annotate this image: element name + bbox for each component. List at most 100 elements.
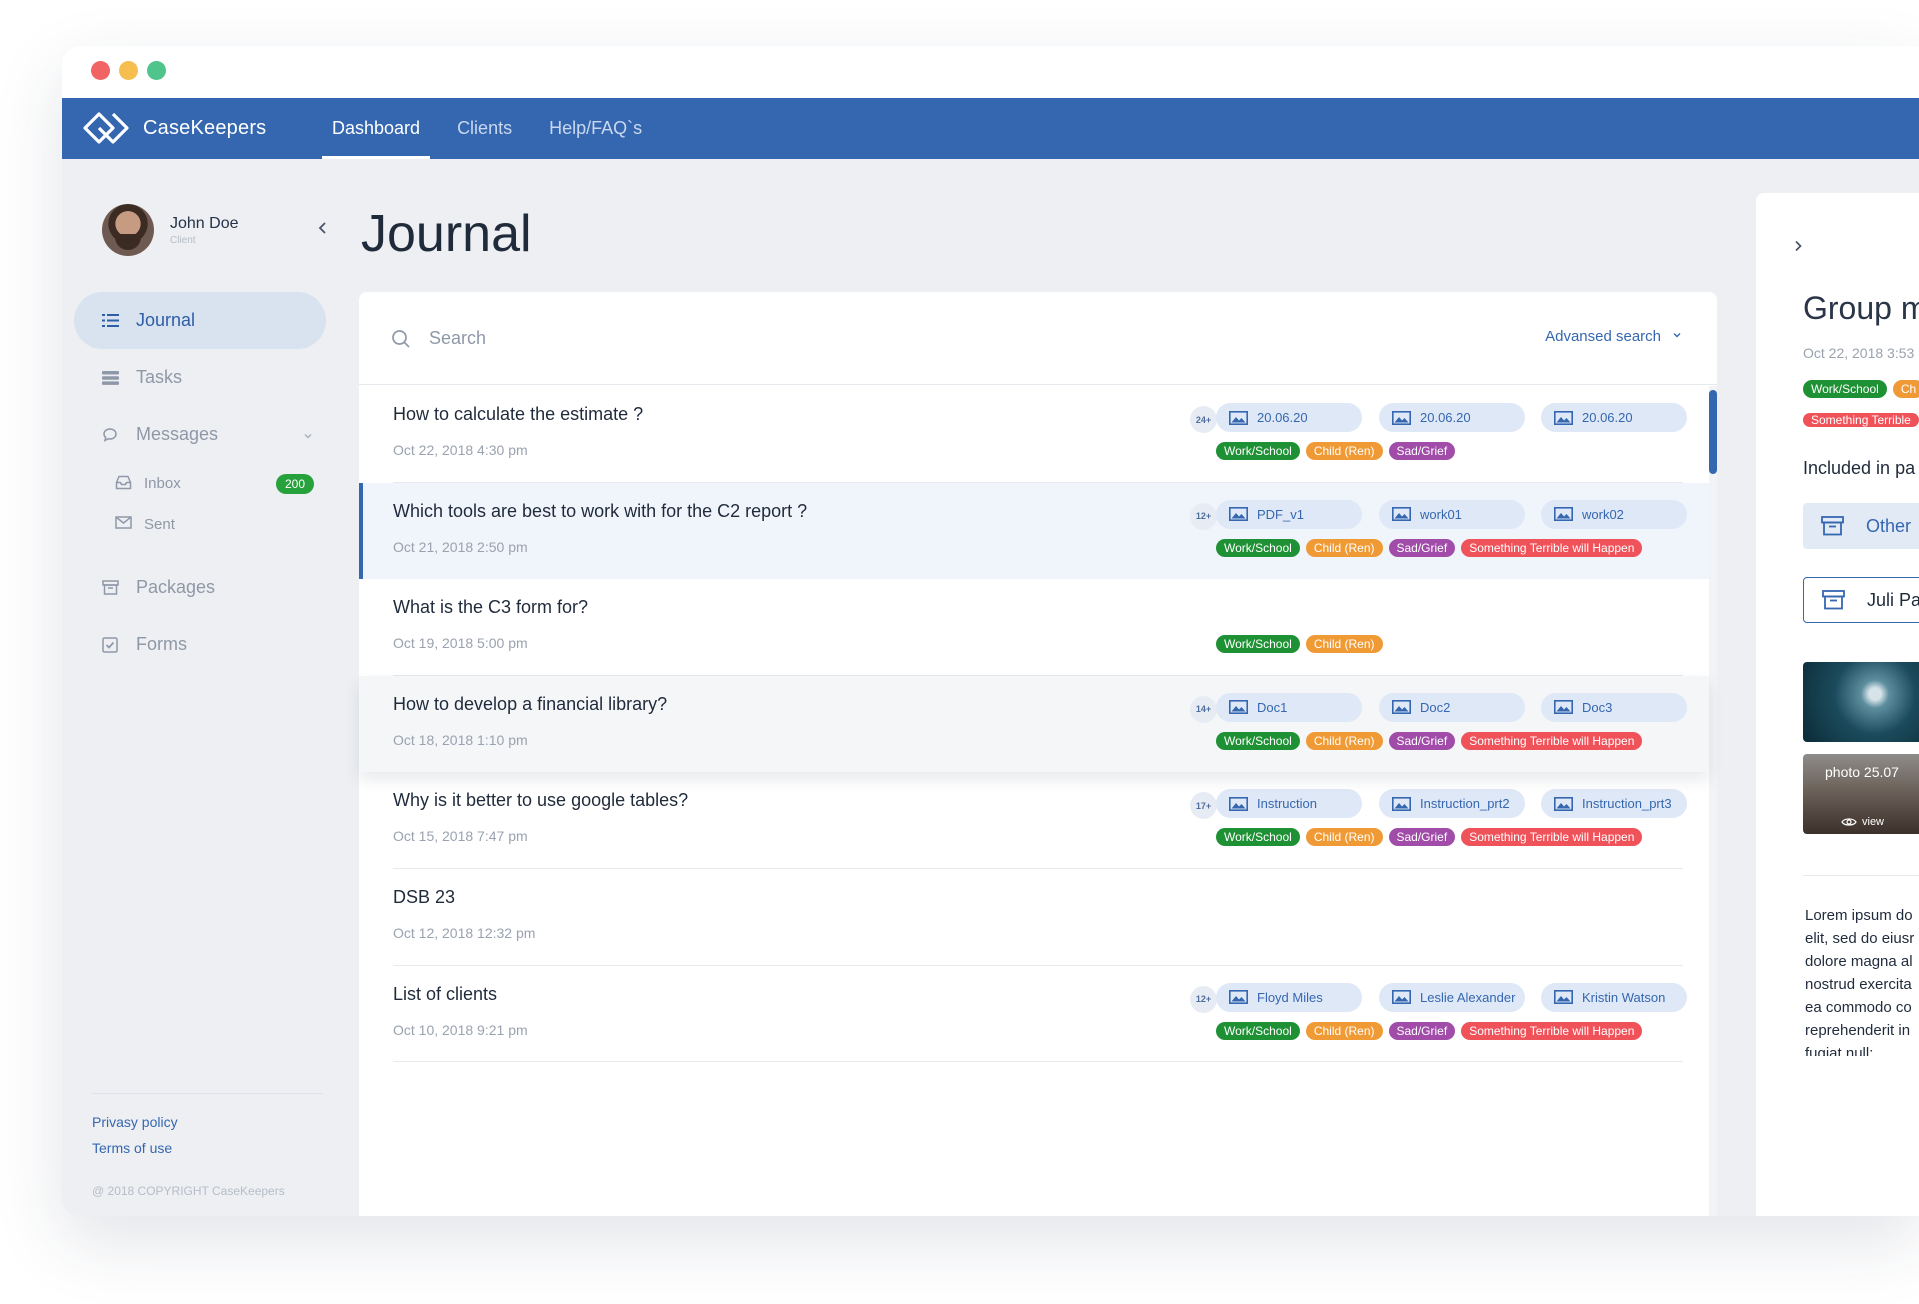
- divider: [1803, 875, 1919, 876]
- entry-date: Oct 10, 2018 9:21 pm: [393, 1021, 528, 1038]
- photo-thumbnail[interactable]: photo 25.07 view: [1803, 754, 1919, 834]
- journal-entry-row[interactable]: What is the C3 form for? Oct 19, 2018 5:0…: [359, 579, 1709, 676]
- entry-title: How to develop a financial library?: [393, 693, 668, 714]
- attachment-count-badge[interactable]: 12+: [1190, 502, 1217, 530]
- ocean-photo-thumbnail[interactable]: [1803, 662, 1919, 742]
- sidebar-item-packages[interactable]: Packages: [74, 559, 326, 616]
- journal-entry-content: What is the C3 form for? Oct 19, 2018 5:0…: [393, 579, 1683, 676]
- journal-entry-row[interactable]: How to calculate the estimate ? Oct 22, 2…: [359, 386, 1709, 483]
- tag-child: Child (Ren): [1305, 635, 1383, 654]
- view-photo-button[interactable]: view: [1841, 816, 1884, 828]
- sidebar-item-sent[interactable]: Sent: [74, 504, 326, 545]
- advanced-search-button[interactable]: Advansed search: [1545, 328, 1683, 345]
- entry-date: Oct 21, 2018 2:50 pm: [393, 538, 528, 555]
- sidebar-item-label: Messages: [136, 424, 219, 444]
- attachment-count-badge[interactable]: 14+: [1190, 695, 1217, 723]
- attachment-label: work01: [1420, 506, 1462, 522]
- attachment-label: PDF_v1: [1257, 506, 1304, 522]
- attachment-chip[interactable]: Doc3: [1541, 692, 1687, 722]
- tasks-stack-icon: [101, 369, 119, 387]
- attachment-chip[interactable]: Leslie Alexander: [1379, 982, 1525, 1012]
- tab-help-faq[interactable]: Help/FAQ`s: [539, 98, 652, 159]
- attachment-count-badge[interactable]: 12+: [1190, 985, 1217, 1013]
- tab-clients[interactable]: Clients: [447, 98, 522, 159]
- attachment-chip[interactable]: Kristin Watson: [1541, 982, 1687, 1012]
- attachment-count-badge[interactable]: 24+: [1190, 406, 1217, 433]
- privacy-policy-link[interactable]: Privasy policy: [92, 1114, 323, 1130]
- attachment-count-badge[interactable]: 17+: [1190, 792, 1217, 820]
- brand[interactable]: CaseKeepers: [82, 111, 266, 145]
- attachment-chip[interactable]: Doc2: [1379, 692, 1525, 722]
- entry-date: Oct 22, 2018 4:30 pm: [393, 442, 528, 458]
- user-profile[interactable]: John Doe Client: [102, 204, 239, 256]
- attachment-chip[interactable]: Instruction_prt3: [1541, 789, 1687, 819]
- attachment-label: Leslie Alexander: [1420, 989, 1516, 1005]
- tag-work-school: Work/School: [1216, 442, 1300, 460]
- sidebar-footer: Privasy policy Terms of use @ 2018 COPYR…: [92, 1093, 323, 1198]
- sidebar-item-tasks[interactable]: Tasks: [74, 349, 326, 406]
- journal-entry-content: How to develop a financial library? Oct 1…: [393, 676, 1687, 773]
- page-title: Journal: [361, 205, 532, 263]
- chevron-down-icon: [1671, 328, 1683, 345]
- journal-entry-content: Which tools are best to work with for th…: [393, 483, 1687, 580]
- chevron-right-icon[interactable]: [1790, 238, 1806, 259]
- entry-tags: Work/School Child (Ren) Sad/Grief Something…: [1216, 1021, 1643, 1040]
- attachment-label: Instruction: [1257, 796, 1317, 812]
- package-other-button[interactable]: Other: [1803, 503, 1919, 549]
- package-juli-button[interactable]: Juli Pa: [1803, 577, 1919, 623]
- attachment-chip[interactable]: 20.06.20: [1216, 403, 1362, 432]
- tag-something-terrible: Something Terrible will Happen: [1461, 1021, 1643, 1040]
- scrollbar-track[interactable]: [1709, 386, 1717, 1216]
- search-bar: Advansed search: [359, 292, 1717, 385]
- chevron-down-icon[interactable]: [302, 426, 314, 447]
- journal-card: Advansed search How to calculate the est…: [359, 292, 1717, 1216]
- attachment-chip[interactable]: 20.06.20: [1541, 403, 1687, 432]
- attachment-label: work02: [1582, 506, 1624, 522]
- attachment-chip[interactable]: Instruction: [1216, 789, 1362, 819]
- minimize-window-button[interactable]: [119, 61, 138, 80]
- detail-tags-row-2: Something Terrible: [1803, 411, 1919, 429]
- sidebar-item-messages[interactable]: Messages: [74, 406, 326, 463]
- attachment-chip[interactable]: 20.06.20: [1379, 403, 1525, 432]
- entry-title: Why is it better to use google tables?: [393, 790, 689, 811]
- scrollbar-thumb[interactable]: [1709, 390, 1717, 474]
- package-box-icon: [1821, 516, 1844, 536]
- package-box-icon: [101, 579, 119, 597]
- image-icon: [1554, 796, 1573, 811]
- entry-date: Oct 18, 2018 1:10 pm: [393, 731, 528, 748]
- attachment-chip[interactable]: work02: [1541, 499, 1687, 529]
- image-icon: [1229, 796, 1248, 811]
- attachment-chip[interactable]: PDF_v1: [1216, 499, 1362, 529]
- maximize-window-button[interactable]: [147, 61, 166, 80]
- tab-dashboard[interactable]: Dashboard: [322, 98, 431, 159]
- photo-caption: photo 25.07: [1825, 764, 1899, 780]
- tag-child: Ch: [1892, 380, 1919, 398]
- journal-entry-row[interactable]: DSB 23 Oct 12, 2018 12:32 pm: [359, 869, 1709, 966]
- sidebar-item-forms[interactable]: Forms: [74, 616, 326, 673]
- sidebar-item-journal[interactable]: Journal: [74, 292, 326, 349]
- detail-title: Group m: [1803, 290, 1919, 326]
- journal-entry-row[interactable]: List of clients Oct 10, 2018 9:21 pm 12+ Fl…: [359, 966, 1709, 1063]
- detail-text-line: nostrud exercita: [1805, 976, 1912, 993]
- attachment-chip[interactable]: Instruction_prt2: [1379, 789, 1525, 819]
- journal-entry-row[interactable]: How to develop a financial library? Oct 1…: [359, 675, 1709, 773]
- detail-tags: Work/School Ch: [1803, 380, 1919, 398]
- tag-work-school: Work/School: [1216, 828, 1300, 847]
- detail-text-line: ea commodo co: [1805, 999, 1912, 1016]
- chat-bubble-icon: [101, 426, 119, 444]
- attachment-chip[interactable]: work01: [1379, 499, 1525, 529]
- journal-entry-row[interactable]: Which tools are best to work with for th…: [359, 482, 1709, 580]
- entry-tags: Work/School Child (Ren) Sad/Grief Something…: [1216, 828, 1643, 847]
- journal-list: How to calculate the estimate ? Oct 22, 2…: [359, 386, 1709, 1063]
- collapse-sidebar-chevron-left-icon[interactable]: [314, 219, 332, 237]
- journal-entry-row[interactable]: Why is it better to use google tables? Oc…: [359, 772, 1709, 869]
- image-icon: [1392, 507, 1411, 522]
- search-input[interactable]: [429, 320, 1029, 356]
- terms-of-use-link[interactable]: Terms of use: [92, 1140, 323, 1156]
- sidebar-item-inbox[interactable]: Inbox 200: [74, 463, 326, 504]
- nav-tabs: Dashboard Clients Help/FAQ`s: [322, 98, 669, 159]
- tag-sad-grief: Sad/Grief: [1388, 538, 1456, 557]
- attachment-chip[interactable]: Floyd Miles: [1216, 982, 1362, 1012]
- close-window-button[interactable]: [91, 61, 110, 80]
- attachment-chip[interactable]: Doc1: [1216, 692, 1362, 722]
